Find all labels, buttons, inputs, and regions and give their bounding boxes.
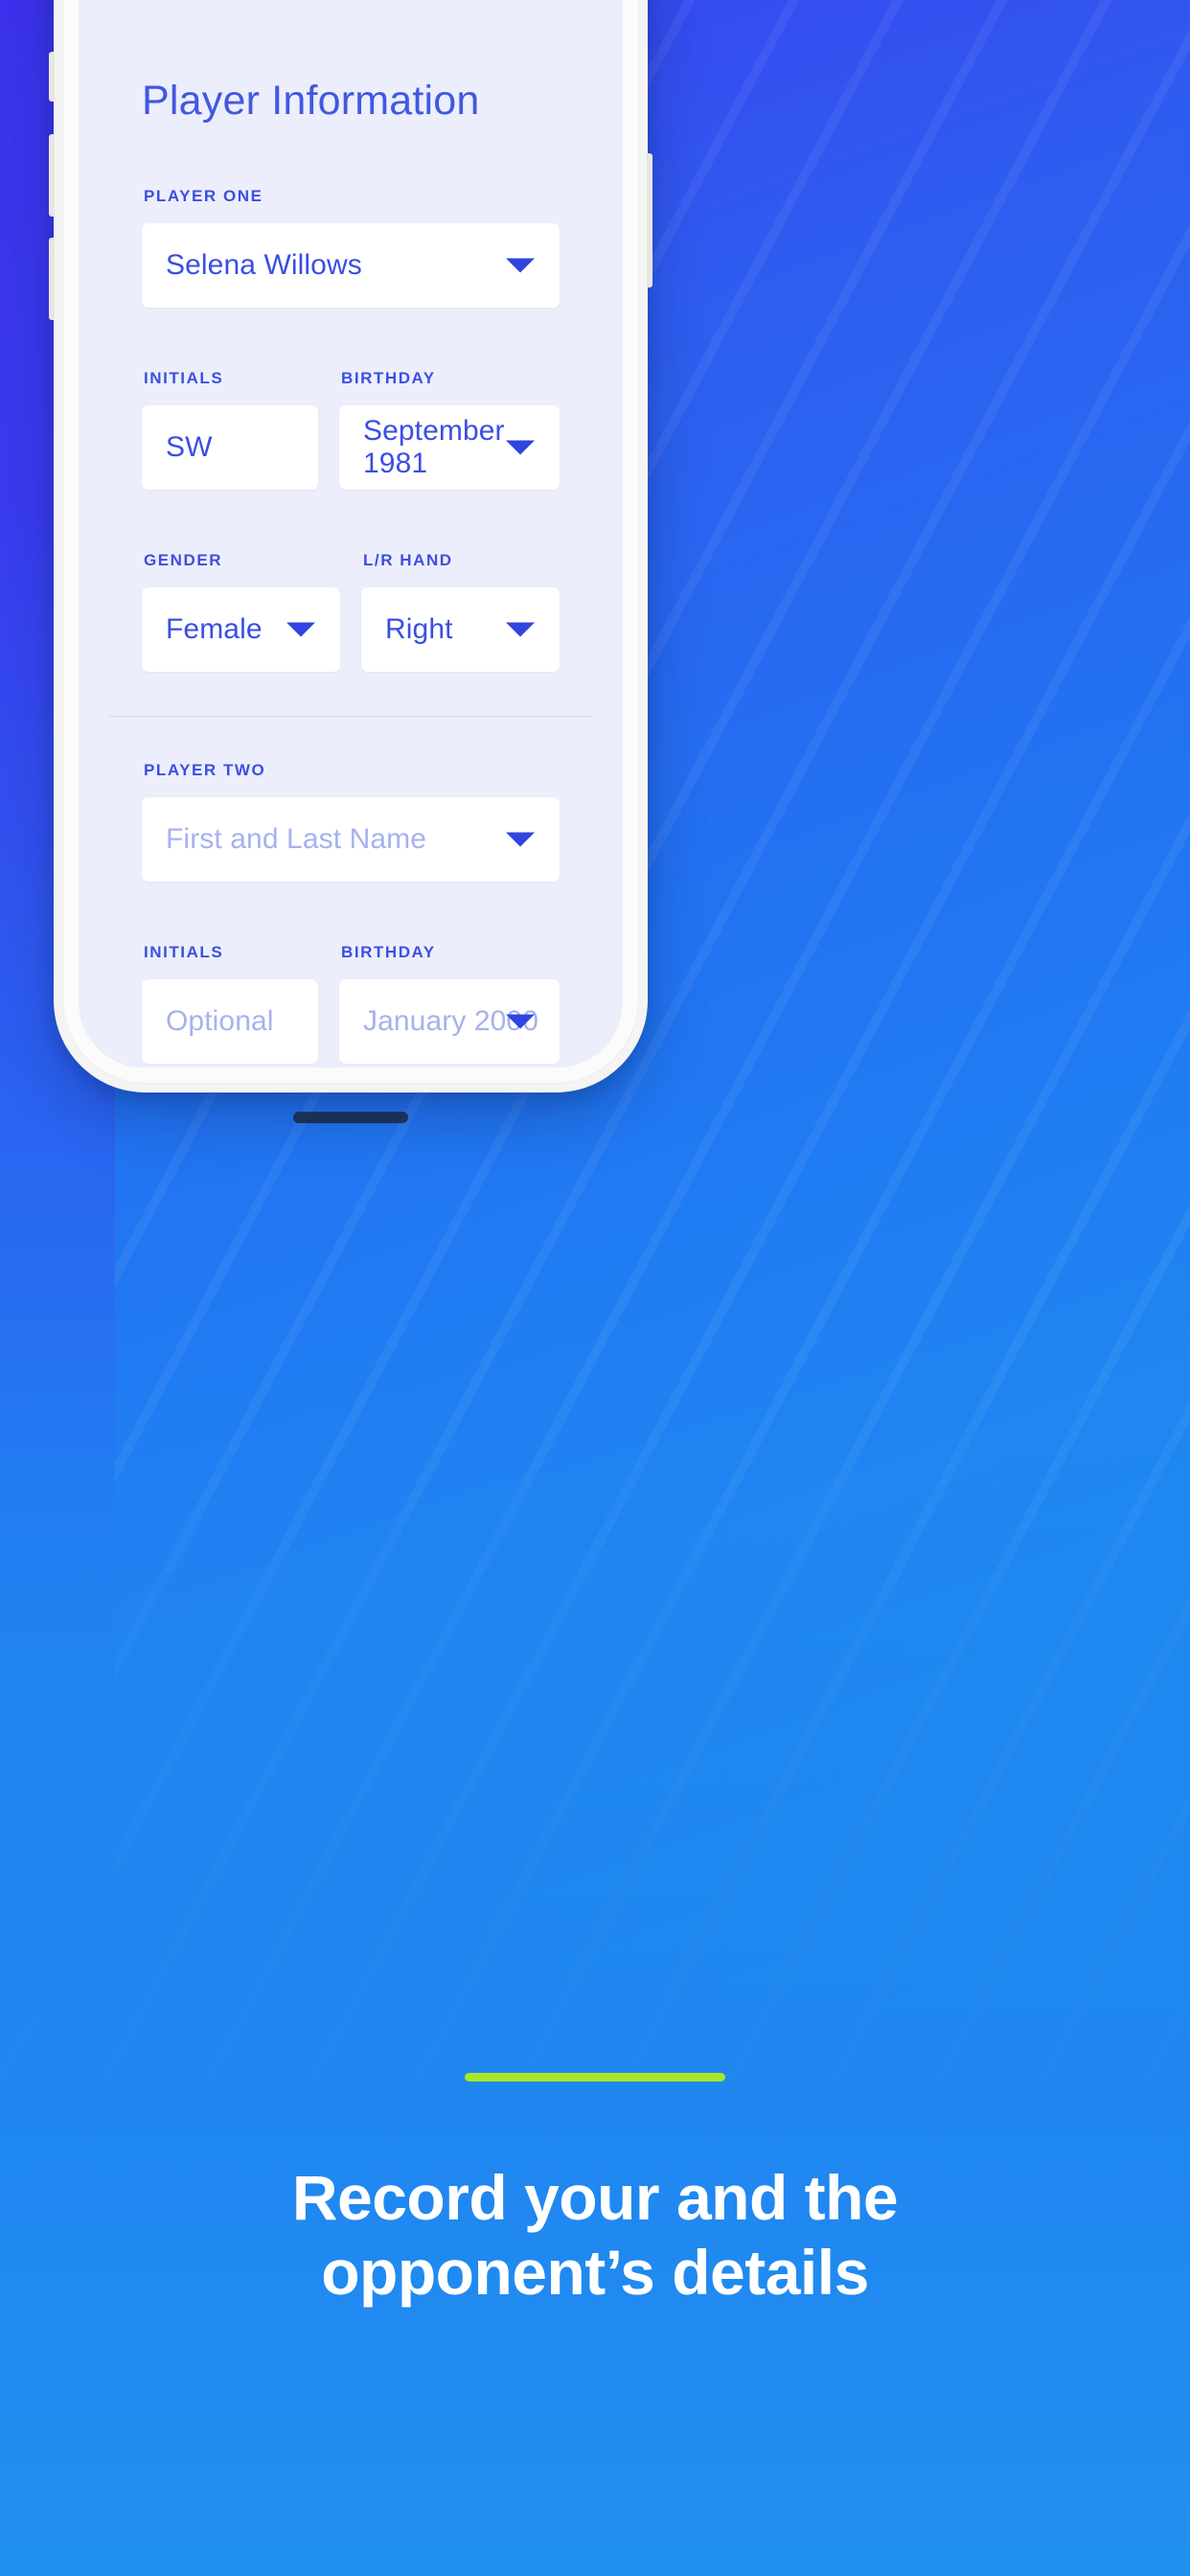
player-two-initials-value: Optional [166,1005,274,1037]
player-one-section: PLAYER ONE Selena Willows INITIALS SW BI… [79,187,623,672]
marketing-caption: Record your and the opponent’s details [67,2161,1123,2311]
player-one-hand-label: L/R HAND [363,551,453,569]
player-one-hand-value: Right [385,613,453,645]
caption-line-2: opponent’s details [321,2236,869,2308]
chevron-down-icon [506,622,535,637]
chevron-down-icon [506,440,535,455]
player-one-name-label: PLAYER ONE [144,187,263,205]
chevron-down-icon [506,258,535,273]
page-title: Player Information [142,78,480,124]
player-one-initials-input[interactable]: SW [142,405,318,490]
player-one-birthday-select[interactable]: September 1981 [339,405,560,490]
player-one-gender-label: GENDER [144,551,223,569]
player-one-birthday-label: BIRTHDAY [341,369,436,387]
phone-mute-switch [49,52,55,102]
player-one-name-value: Selena Willows [166,249,362,281]
phone-home-indicator [293,1112,408,1123]
player-two-initials-input[interactable]: Optional [142,979,318,1064]
player-one-initials-birthday-row: INITIALS SW BIRTHDAY September 1981 [142,308,560,490]
chevron-down-icon [286,622,315,637]
phone-screen: Player Information PLAYER ONE Selena Wil… [79,0,623,1068]
player-one-initials-label: INITIALS [144,369,224,387]
player-one-gender-hand-row: GENDER Female L/R HAND Right [142,490,560,672]
background-bottom-fade [0,1342,1190,2576]
player-information-form: Player Information PLAYER ONE Selena Wil… [79,0,623,1068]
player-two-gender-hand-row: GENDER Select L/R HAND Select [142,1064,560,1068]
player-one-gender-select[interactable]: Female [142,587,340,672]
player-two-initials-label: INITIALS [144,943,224,961]
player-two-birthday-select[interactable]: January 2000 [339,979,560,1064]
phone-power-button [647,153,652,288]
phone-mockup: Player Information PLAYER ONE Selena Wil… [49,0,652,1123]
player-two-birthday-label: BIRTHDAY [341,943,436,961]
chevron-down-icon [506,1014,535,1029]
player-one-gender-value: Female [166,613,263,645]
accent-divider-bar [465,2073,725,2082]
player-two-name-select[interactable]: First and Last Name [142,797,560,882]
player-one-initials-value: SW [166,431,213,463]
player-two-name-value: First and Last Name [166,823,427,855]
player-one-hand-select[interactable]: Right [361,587,560,672]
chevron-down-icon [506,832,535,847]
player-two-section: PLAYER TWO First and Last Name INITIALS … [79,717,623,1068]
phone-volume-down-button [49,238,55,320]
player-two-initials-birthday-row: INITIALS Optional BIRTHDAY January 2000 [142,882,560,1064]
caption-line-1: Record your and the [291,2162,899,2233]
phone-volume-up-button [49,134,55,217]
player-two-name-label: PLAYER TWO [144,761,266,779]
player-one-name-select[interactable]: Selena Willows [142,223,560,308]
